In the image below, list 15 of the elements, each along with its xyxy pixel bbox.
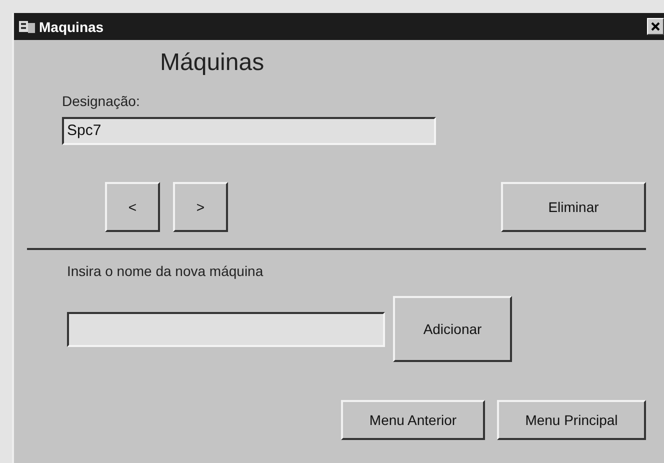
menu-button[interactable]: Menu Anterior [341,400,485,440]
close-button[interactable] [647,18,664,35]
window-icon [19,20,35,34]
add-button[interactable]: Adicionar [393,296,512,362]
new-machine-field[interactable] [67,312,385,346]
designation-label: Designação: [62,93,141,109]
designation-field[interactable]: Spc7 [62,117,436,145]
form-heading: Máquinas [160,48,266,78]
new-machine-label: Insira o nome da nova máquina [67,263,264,279]
delete-button[interactable]: Eliminar [501,182,646,232]
menu-button[interactable]: Menu Principal [497,400,646,440]
navigation-button[interactable]: < [105,182,160,232]
navigation-button[interactable]: > [173,182,228,232]
close-icon [651,22,660,31]
window-title: Maquinas [39,18,104,34]
